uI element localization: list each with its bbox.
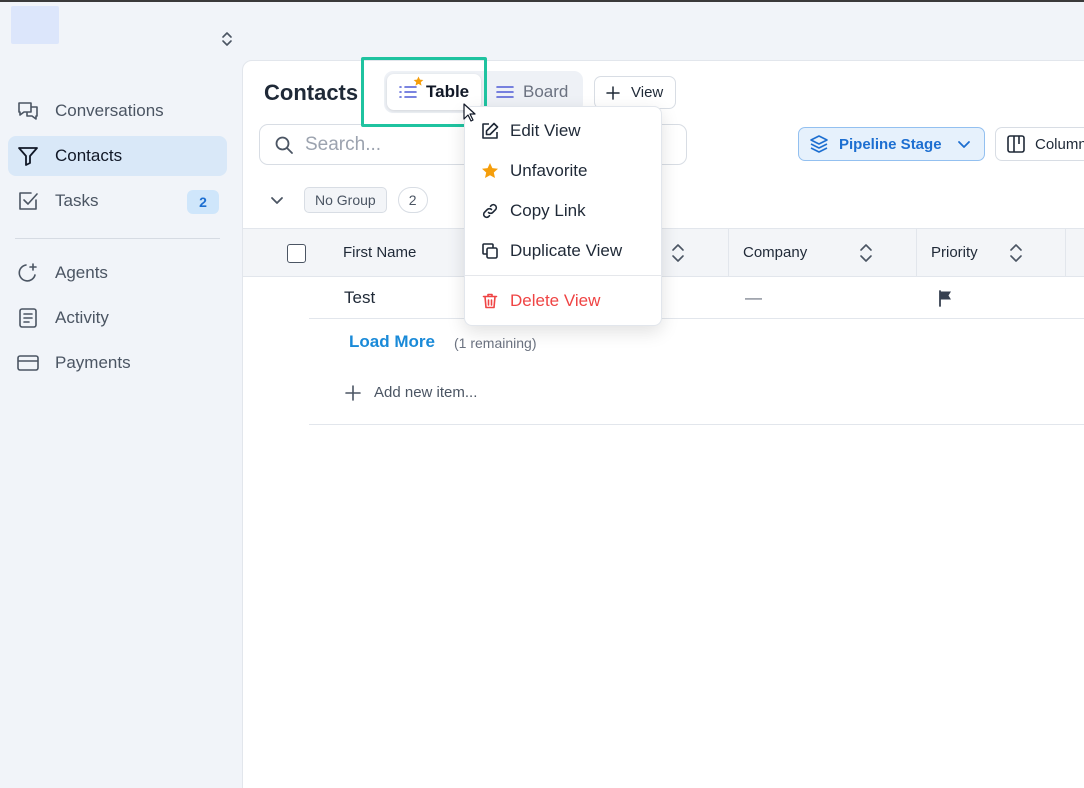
- menu-item-unfavorite[interactable]: Unfavorite: [465, 152, 663, 190]
- edit-icon: [481, 122, 499, 140]
- cell-priority[interactable]: [937, 277, 955, 319]
- chevron-down-icon: [956, 136, 972, 152]
- sort-icon[interactable]: [670, 242, 686, 264]
- menu-item-label: Duplicate View: [510, 241, 623, 260]
- load-more-button[interactable]: Load More: [349, 332, 435, 352]
- column-header-priority[interactable]: Priority: [931, 229, 978, 276]
- tasks-count-badge: 2: [187, 190, 219, 214]
- group-label: No Group: [304, 187, 387, 213]
- add-new-item-button[interactable]: Add new item...: [345, 384, 477, 401]
- sidebar-item-conversations[interactable]: Conversations: [8, 91, 227, 131]
- remaining-count: (1 remaining): [454, 335, 537, 351]
- search-icon: [274, 135, 294, 155]
- menu-item-label: Unfavorite: [510, 161, 588, 180]
- sidebar-item-contacts[interactable]: Contacts: [8, 136, 227, 176]
- main-panel: Contacts Table Board View Search... Pipe…: [242, 60, 1084, 788]
- list-icon: [397, 76, 424, 103]
- chat-icon: [16, 99, 40, 123]
- add-view-label: View: [631, 84, 664, 101]
- columns-button[interactable]: Columns: [995, 127, 1084, 161]
- search-placeholder: Search...: [305, 133, 382, 155]
- link-icon: [481, 202, 499, 220]
- star-icon: [481, 162, 499, 180]
- sort-icon[interactable]: [1008, 242, 1024, 264]
- pipeline-stage-label: Pipeline Stage: [839, 135, 942, 153]
- menu-item-edit-view[interactable]: Edit View: [465, 112, 663, 150]
- tab-table-label: Table: [426, 82, 470, 101]
- cell-company[interactable]: —: [745, 277, 762, 319]
- sort-icon[interactable]: [858, 242, 874, 264]
- board-icon: [494, 81, 516, 103]
- sidebar-item-activity[interactable]: Activity: [8, 298, 227, 338]
- table-bottom-divider: [309, 424, 1084, 425]
- credit-card-icon: [16, 351, 40, 375]
- menu-divider: [465, 275, 663, 276]
- plus-icon: [606, 85, 620, 100]
- table-header: First Name Company Priority: [243, 228, 1084, 277]
- sidebar: Conversations Contacts Tasks 2 Agents Ac…: [0, 2, 242, 788]
- workspace-switch-icon[interactable]: [217, 29, 237, 49]
- chevron-down-icon[interactable]: [268, 191, 286, 209]
- sidebar-divider: [15, 238, 220, 239]
- sidebar-item-label: Tasks: [55, 191, 99, 210]
- page-title: Contacts: [264, 80, 359, 105]
- duplicate-icon: [481, 242, 499, 260]
- sidebar-item-label: Payments: [55, 353, 131, 372]
- tab-board[interactable]: Board: [490, 74, 580, 110]
- layers-icon: [809, 134, 829, 154]
- add-new-item-label: Add new item...: [374, 384, 478, 401]
- menu-item-label: Edit View: [510, 121, 581, 140]
- sidebar-item-payments[interactable]: Payments: [8, 343, 227, 383]
- checkbox-icon: [16, 189, 40, 213]
- column-header-company[interactable]: Company: [743, 229, 807, 276]
- mouse-cursor-icon: [463, 103, 477, 123]
- group-header: No Group 2: [268, 187, 428, 213]
- cell-first-name[interactable]: Test: [344, 277, 375, 319]
- columns-icon: [1006, 134, 1026, 154]
- sidebar-item-label: Activity: [55, 308, 109, 327]
- pipeline-stage-button[interactable]: Pipeline Stage: [798, 127, 985, 161]
- menu-item-duplicate-view[interactable]: Duplicate View: [465, 232, 663, 270]
- menu-item-label: Copy Link: [510, 201, 586, 220]
- select-all-checkbox[interactable]: [287, 244, 306, 263]
- flag-icon: [937, 289, 955, 307]
- plus-icon: [345, 384, 361, 401]
- column-divider: [728, 229, 729, 276]
- favorite-star-icon: [413, 76, 424, 86]
- group-count: 2: [397, 187, 428, 213]
- workspace-logo[interactable]: [11, 6, 59, 44]
- menu-item-copy-link[interactable]: Copy Link: [465, 192, 663, 230]
- sidebar-item-label: Conversations: [55, 101, 164, 120]
- agent-sparkle-icon: [16, 261, 40, 285]
- document-icon: [16, 306, 40, 330]
- sidebar-item-label: Agents: [55, 263, 108, 282]
- columns-label: Columns: [1035, 135, 1084, 153]
- column-header-first-name[interactable]: First Name: [343, 229, 416, 276]
- column-divider: [916, 229, 917, 276]
- sidebar-item-tasks[interactable]: Tasks 2: [8, 181, 227, 221]
- trash-icon: [481, 292, 499, 310]
- filter-icon: [16, 144, 40, 168]
- view-context-menu: Edit View Unfavorite Copy Link Duplicate…: [464, 106, 663, 326]
- table-row[interactable]: Test —: [309, 277, 1084, 319]
- tab-board-label: Board: [523, 82, 569, 101]
- sidebar-item-agents[interactable]: Agents: [8, 253, 227, 293]
- column-divider: [1065, 229, 1066, 276]
- add-view-button[interactable]: View: [594, 76, 676, 109]
- menu-item-label: Delete View: [510, 291, 601, 310]
- sidebar-item-label: Contacts: [55, 146, 123, 165]
- menu-item-delete-view[interactable]: Delete View: [465, 282, 663, 320]
